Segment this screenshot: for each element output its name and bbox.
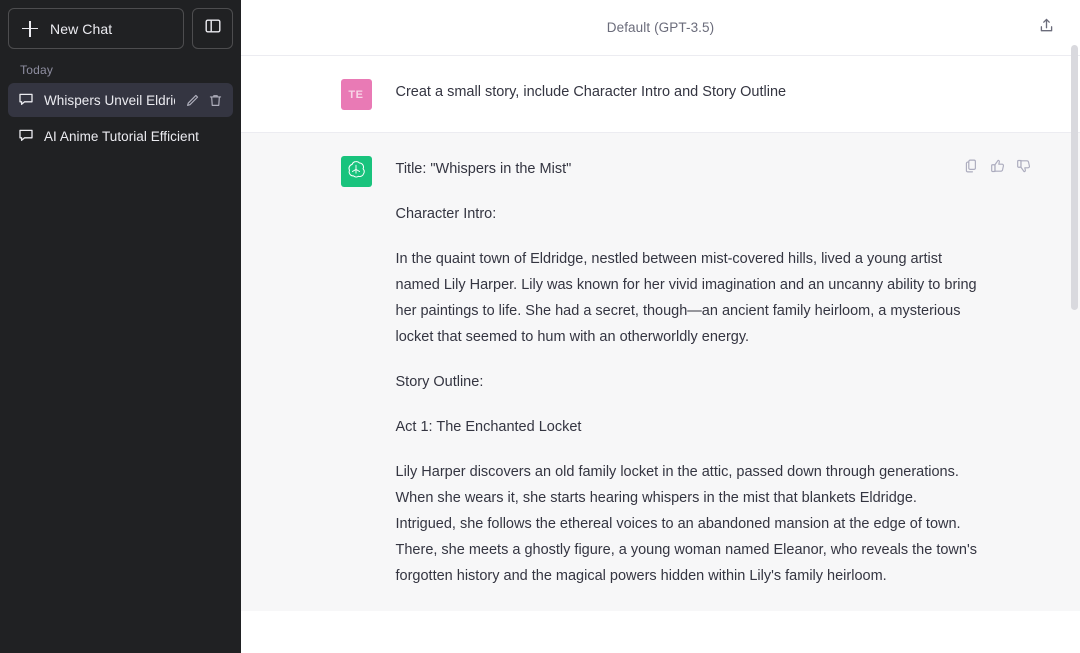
sidebar: New Chat Today Whispers Unveil Eldrid AI…: [0, 0, 241, 653]
share-upload-icon: [1038, 17, 1055, 39]
plus-icon: [22, 20, 38, 37]
new-chat-label: New Chat: [50, 20, 113, 37]
message-paragraph: Creat a small story, include Character I…: [395, 84, 787, 100]
sidebar-item-ai-anime-tutorial-efficient[interactable]: AI Anime Tutorial Efficient: [8, 119, 233, 153]
message-actions: [963, 157, 1033, 175]
message-row-user: TE Creat a small story, include Characte…: [241, 56, 1080, 132]
message-heading-story-outline: Story Outline:: [395, 374, 484, 390]
message-body: Creat a small story, include Character I…: [396, 78, 981, 110]
thumbs-down-icon[interactable]: [1015, 157, 1033, 175]
chat-item-actions: [185, 93, 223, 108]
chat-bubble-icon: [18, 91, 34, 110]
model-selector-label[interactable]: Default (GPT-3.5): [607, 20, 715, 35]
copy-icon[interactable]: [963, 157, 981, 175]
sidebar-item-label: Whispers Unveil Eldrid: [44, 92, 175, 108]
top-bar: Default (GPT-3.5): [241, 0, 1080, 56]
message-inner: TE Creat a small story, include Characte…: [340, 56, 981, 132]
share-button[interactable]: [1032, 14, 1060, 42]
message-heading-character-intro: Character Intro:: [395, 206, 497, 222]
thumbs-up-icon[interactable]: [989, 157, 1007, 175]
scrollbar-thumb[interactable]: [1071, 45, 1078, 310]
message-body: Title: "Whispers in the Mist" Character …: [396, 155, 981, 589]
sidebar-panel-icon: [205, 18, 221, 39]
message-heading-act-1: Act 1: The Enchanted Locket: [395, 419, 582, 435]
chat-bubble-icon: [18, 127, 34, 146]
chatgpt-logo-icon: [346, 159, 366, 184]
sidebar-section-label: Today: [20, 63, 54, 77]
trash-icon[interactable]: [208, 93, 223, 108]
message-inner: Title: "Whispers in the Mist" Character …: [340, 133, 1030, 611]
message-row-assistant: Title: "Whispers in the Mist" Character …: [241, 132, 1080, 611]
sidebar-item-label: AI Anime Tutorial Efficient: [44, 128, 199, 144]
message-paragraph: Lily Harper discovers an old family lock…: [395, 464, 977, 584]
message-title: Title: "Whispers in the Mist": [395, 161, 572, 177]
sidebar-header: New Chat: [8, 8, 233, 49]
scrollbar-track[interactable]: [1069, 0, 1080, 653]
main-panel: Default (GPT-3.5) TE Creat a small story…: [241, 0, 1080, 653]
message-paragraph: In the quaint town of Eldridge, nestled …: [395, 251, 977, 345]
message-thread: TE Creat a small story, include Characte…: [241, 56, 1080, 611]
avatar: TE: [340, 79, 372, 110]
avatar: [340, 156, 372, 187]
sidebar-item-whispers-unveil-eldrid[interactable]: Whispers Unveil Eldrid: [8, 83, 233, 117]
new-chat-button[interactable]: New Chat: [8, 8, 184, 49]
chat-history-list: Whispers Unveil Eldrid AI Anime Tutorial…: [8, 83, 233, 153]
chat-app-window: New Chat Today Whispers Unveil Eldrid AI…: [0, 0, 1080, 653]
pencil-icon[interactable]: [185, 93, 200, 108]
sidebar-toggle-button[interactable]: [192, 8, 233, 49]
